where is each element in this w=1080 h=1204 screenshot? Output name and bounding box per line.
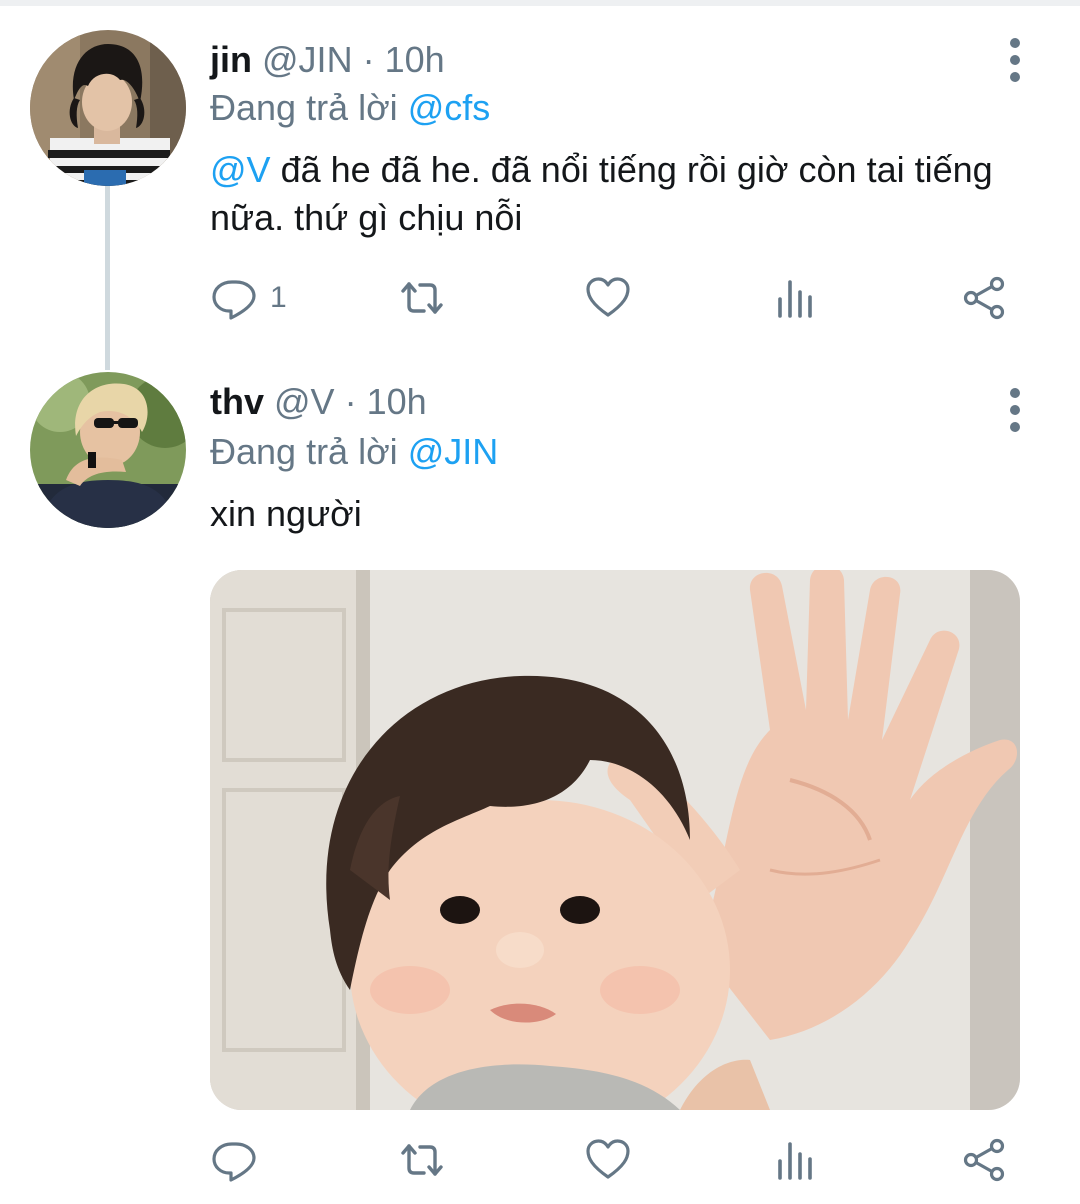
action-bar: 1 (210, 268, 1040, 328)
handle[interactable]: @JIN (262, 39, 353, 80)
heart-icon (584, 1136, 632, 1184)
more-options-button[interactable] (996, 26, 1036, 96)
analytics-button[interactable] (772, 1130, 820, 1190)
more-vertical-icon-dot (1010, 55, 1020, 65)
retweet-icon (398, 274, 446, 322)
reply-count: 1 (270, 281, 287, 314)
replying-to-label: Đang trả lời (210, 87, 398, 128)
share-icon (960, 274, 1008, 322)
analytics-icon (772, 1136, 820, 1184)
replying-to: Đang trả lời @cfs (210, 86, 490, 130)
more-vertical-icon-dot (1010, 405, 1020, 415)
reply-icon (210, 274, 258, 322)
more-vertical-icon-dot (1010, 422, 1020, 432)
more-vertical-icon-dot (1010, 388, 1020, 398)
tweet-header: jin @JIN · 10h (210, 38, 445, 82)
avatar-thv[interactable] (30, 372, 186, 528)
like-button[interactable] (584, 268, 632, 328)
replying-to: Đang trả lời @JIN (210, 430, 498, 474)
reply-button[interactable]: 1 (210, 268, 287, 328)
tweet-text: xin người (210, 493, 362, 534)
like-button[interactable] (584, 1130, 632, 1190)
more-options-button[interactable] (996, 366, 1036, 436)
reply-button[interactable] (210, 1130, 258, 1190)
replying-to-label: Đang trả lời (210, 431, 398, 472)
heart-icon (584, 274, 632, 322)
tweet-text-content: đã he đã he. đã nổi tiếng rồi giờ còn ta… (210, 149, 993, 238)
analytics-button[interactable] (772, 268, 820, 328)
mention-link[interactable]: @V (210, 149, 271, 190)
more-vertical-icon-dot (1010, 72, 1020, 82)
timestamp[interactable]: 10h (385, 39, 445, 80)
action-bar (210, 1130, 1040, 1190)
share-button[interactable] (960, 268, 1008, 328)
separator: · (362, 39, 375, 80)
analytics-icon (772, 274, 820, 322)
handle[interactable]: @V (274, 381, 335, 422)
tweet-photo[interactable] (210, 570, 1020, 1110)
tweet-jin[interactable]: jin @JIN · 10h Đang trả lời @cfs @V đã h… (0, 0, 1080, 370)
tweet-text: @V đã he đã he. đã nổi tiếng rồi giờ còn… (210, 146, 1040, 242)
display-name[interactable]: jin (210, 39, 252, 80)
share-button[interactable] (960, 1130, 1008, 1190)
retweet-button[interactable] (398, 1130, 446, 1190)
tweet-header: thv @V · 10h (210, 380, 427, 424)
timestamp[interactable]: 10h (367, 381, 427, 422)
share-icon (960, 1136, 1008, 1184)
avatar-jin[interactable] (30, 30, 186, 186)
more-vertical-icon-dot (1010, 38, 1020, 48)
thread-connector-line (105, 186, 110, 370)
display-name[interactable]: thv (210, 381, 264, 422)
retweet-icon (398, 1136, 446, 1184)
tweet-thv[interactable]: thv @V · 10h Đang trả lời @JIN xin người (0, 360, 1080, 1204)
reply-icon (210, 1136, 258, 1184)
replying-to-handle[interactable]: @cfs (408, 87, 491, 128)
replying-to-handle[interactable]: @JIN (408, 431, 499, 472)
separator: · (344, 381, 357, 422)
retweet-button[interactable] (398, 268, 446, 328)
